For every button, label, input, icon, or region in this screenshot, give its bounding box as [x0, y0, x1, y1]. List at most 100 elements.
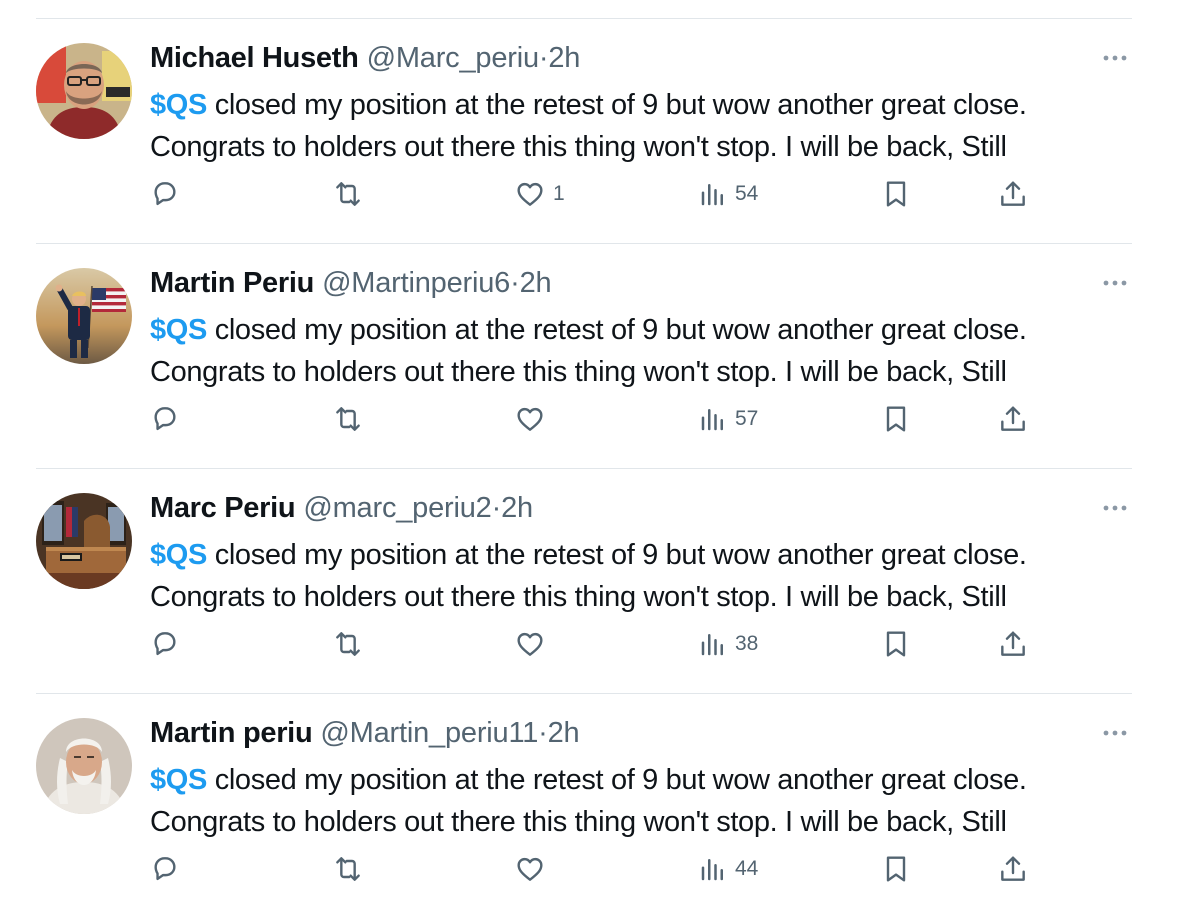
- like-button[interactable]: [514, 401, 553, 437]
- heart-icon: [517, 182, 543, 206]
- tweet-header: Marc Periu @marc_periu2·2h: [150, 490, 533, 526]
- user-handle[interactable]: @marc_periu2: [303, 492, 491, 524]
- retweet-icon: [336, 632, 360, 656]
- avatar[interactable]: [36, 43, 132, 139]
- ellipsis-icon: [1103, 55, 1127, 61]
- timestamp[interactable]: 2h: [548, 717, 580, 749]
- views-chart-icon: [701, 859, 723, 881]
- retweet-button[interactable]: [330, 626, 366, 662]
- tweet[interactable]: Martin Periu @Martinperiu6·2h $QS closed…: [0, 243, 1200, 468]
- views-button[interactable]: 38: [698, 626, 758, 662]
- tweet[interactable]: Michael Huseth @Marc_periu·2h $QS closed…: [0, 18, 1200, 243]
- timestamp[interactable]: 2h: [520, 267, 552, 299]
- bookmark-icon: [886, 406, 906, 432]
- reply-icon: [154, 182, 176, 206]
- more-options-button[interactable]: [1100, 498, 1132, 518]
- tweet-text-line: closed my position at the retest of 9 bu…: [206, 764, 1027, 796]
- display-name[interactable]: Martin Periu: [150, 267, 314, 299]
- share-icon: [1001, 856, 1025, 881]
- bookmark-button[interactable]: [880, 626, 912, 662]
- user-handle[interactable]: @Marc_periu: [367, 42, 539, 74]
- bookmark-icon: [886, 631, 906, 657]
- separator: ·: [538, 717, 548, 749]
- ellipsis-icon: [1103, 730, 1127, 736]
- bookmark-button[interactable]: [880, 851, 912, 887]
- reply-button[interactable]: [149, 176, 181, 212]
- tweet-text-line: Congrats to holders out there this thing…: [150, 806, 1007, 838]
- ellipsis-icon: [1103, 505, 1127, 511]
- share-icon: [1001, 631, 1025, 656]
- cashtag-link[interactable]: $QS: [150, 539, 207, 571]
- action-bar: 38: [0, 626, 1200, 662]
- user-handle[interactable]: @Martin_periu11: [320, 717, 538, 749]
- share-button[interactable]: [997, 626, 1029, 662]
- avatar-man-glasses-icon: [36, 43, 132, 139]
- reply-icon: [154, 407, 176, 431]
- display-name[interactable]: Martin periu: [150, 717, 313, 749]
- tweet-text-line: closed my position at the retest of 9 bu…: [206, 539, 1027, 571]
- user-handle[interactable]: @Martinperiu6: [322, 267, 510, 299]
- tweet[interactable]: Marc Periu @marc_periu2·2h $QS closed my…: [0, 468, 1200, 693]
- tweet-text: $QS closed my position at the retest of …: [150, 534, 1140, 618]
- more-options-button[interactable]: [1100, 723, 1132, 743]
- views-button[interactable]: 57: [698, 401, 758, 437]
- retweet-button[interactable]: [330, 176, 366, 212]
- reply-button[interactable]: [149, 401, 181, 437]
- avatar[interactable]: [36, 493, 132, 589]
- view-count: 54: [735, 182, 759, 205]
- avatar-man-with-flag-icon: [36, 268, 132, 364]
- tweet-text-line: Congrats to holders out there this thing…: [150, 581, 1007, 613]
- heart-icon: [517, 407, 543, 431]
- like-button[interactable]: 1: [514, 176, 565, 212]
- action-bar: 44: [0, 851, 1200, 887]
- separator: ·: [510, 267, 520, 299]
- retweet-button[interactable]: [330, 851, 366, 887]
- tweet-feed: Michael Huseth @Marc_periu·2h $QS closed…: [0, 0, 1200, 909]
- bookmark-icon: [886, 181, 906, 207]
- views-button[interactable]: 54: [698, 176, 758, 212]
- ellipsis-icon: [1103, 280, 1127, 286]
- avatar[interactable]: [36, 718, 132, 814]
- tweet[interactable]: Martin periu @Martin_periu11·2h $QS clos…: [0, 693, 1200, 909]
- like-count: 1: [553, 182, 565, 205]
- timestamp[interactable]: 2h: [548, 42, 580, 74]
- timestamp[interactable]: 2h: [501, 492, 533, 524]
- tweet-text-line: Congrats to holders out there this thing…: [150, 356, 1007, 388]
- avatar[interactable]: [36, 268, 132, 364]
- action-bar: 1 54: [0, 176, 1200, 212]
- cashtag-link[interactable]: $QS: [150, 314, 207, 346]
- tweet-header: Martin Periu @Martinperiu6·2h: [150, 265, 552, 301]
- tweet-text: $QS closed my position at the retest of …: [150, 309, 1140, 393]
- separator: ·: [538, 42, 549, 74]
- display-name[interactable]: Michael Huseth: [150, 42, 359, 74]
- like-button[interactable]: [514, 851, 553, 887]
- like-button[interactable]: [514, 626, 553, 662]
- more-options-button[interactable]: [1100, 48, 1132, 68]
- tweet-text-line: closed my position at the retest of 9 bu…: [206, 314, 1027, 346]
- reply-icon: [154, 632, 176, 656]
- bookmark-button[interactable]: [880, 176, 912, 212]
- retweet-icon: [336, 182, 360, 206]
- views-chart-icon: [701, 409, 723, 431]
- reply-button[interactable]: [149, 626, 181, 662]
- tweet-text-line: closed my position at the retest of 9 bu…: [206, 89, 1027, 121]
- heart-icon: [517, 857, 543, 881]
- cashtag-link[interactable]: $QS: [150, 89, 207, 121]
- views-button[interactable]: 44: [698, 851, 758, 887]
- share-button[interactable]: [997, 401, 1029, 437]
- reply-button[interactable]: [149, 851, 181, 887]
- views-chart-icon: [701, 184, 723, 206]
- retweet-icon: [336, 407, 360, 431]
- retweet-icon: [336, 857, 360, 881]
- more-options-button[interactable]: [1100, 273, 1132, 293]
- tweet-text: $QS closed my position at the retest of …: [150, 84, 1140, 168]
- retweet-button[interactable]: [330, 401, 366, 437]
- share-button[interactable]: [997, 851, 1029, 887]
- bookmark-button[interactable]: [880, 401, 912, 437]
- heart-icon: [517, 632, 543, 656]
- cashtag-link[interactable]: $QS: [150, 764, 207, 796]
- display-name[interactable]: Marc Periu: [150, 492, 296, 524]
- view-count: 44: [735, 857, 759, 880]
- share-button[interactable]: [997, 176, 1029, 212]
- view-count: 57: [735, 407, 759, 430]
